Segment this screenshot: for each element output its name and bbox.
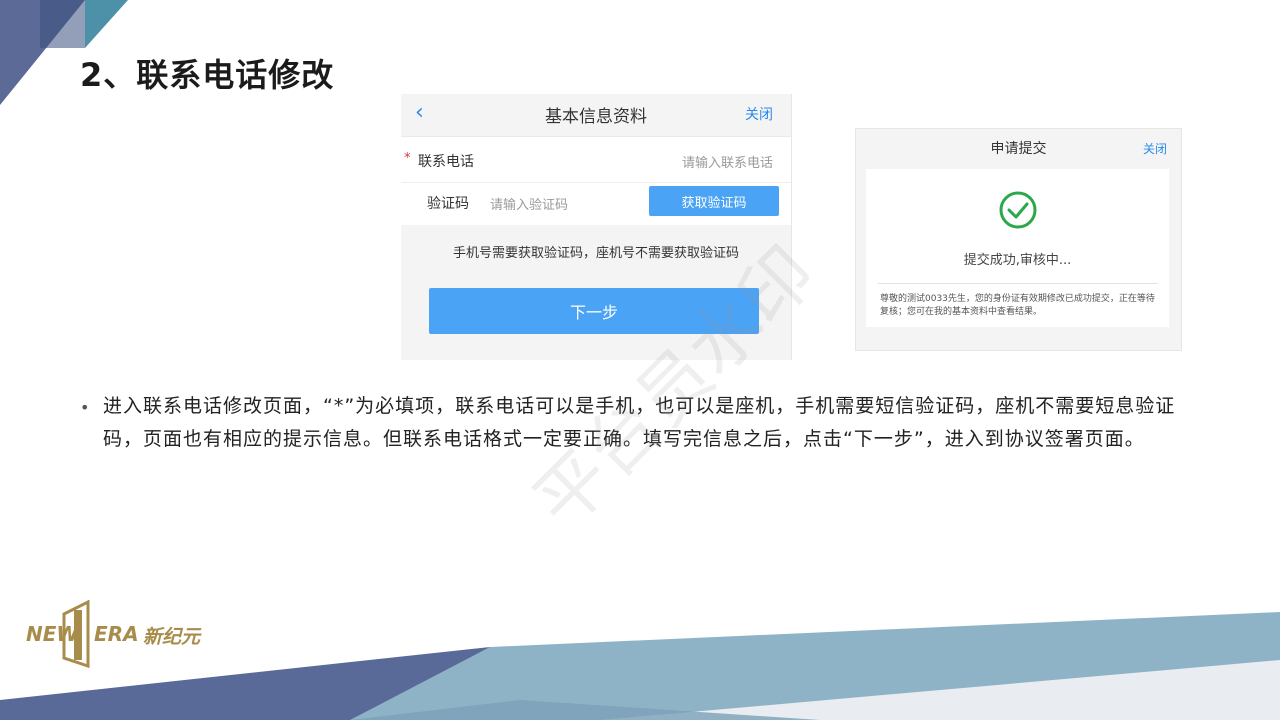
- phone-row[interactable]: * 联系电话 请输入联系电话: [401, 137, 791, 183]
- logo-text-era: ERA: [94, 622, 139, 646]
- result-title: 申请提交: [990, 141, 1047, 157]
- result-status: 提交成功,审核中...: [963, 253, 1072, 268]
- success-check-icon: [999, 191, 1037, 229]
- company-logo: NEW ERA 新纪元: [26, 600, 246, 670]
- code-label: 验证码: [427, 196, 469, 212]
- required-mark: *: [404, 151, 411, 166]
- phone-input[interactable]: 请输入联系电话: [682, 152, 773, 171]
- code-row: 验证码 请输入验证码 获取验证码: [401, 183, 791, 225]
- close-button[interactable]: 关闭: [745, 104, 773, 124]
- get-code-button[interactable]: 获取验证码: [649, 186, 779, 216]
- result-message: 尊敬的测试0033先生，您的身份证有效期修改已成功提交，正在等待复核；您可在我的…: [880, 294, 1155, 317]
- page-title: 2、联系电话修改: [80, 56, 335, 94]
- submit-result-screenshot: 申请提交 关闭 提交成功,审核中... 尊敬的测试0033先生，您的身份证有效期…: [855, 128, 1182, 351]
- form-header: ‹ 基本信息资料 关闭: [401, 94, 791, 137]
- bullet-dot: •: [80, 398, 90, 417]
- result-card: 提交成功,审核中... 尊敬的测试0033先生，您的身份证有效期修改已成功提交，…: [866, 169, 1169, 327]
- divider: [878, 283, 1158, 284]
- result-header: 申请提交 关闭: [856, 129, 1181, 169]
- form-title: 基本信息资料: [545, 107, 647, 127]
- logo-mark-icon: [62, 600, 90, 668]
- logo-text-cn: 新纪元: [143, 626, 201, 648]
- slide: 2、联系电话修改 ‹ 基本信息资料 关闭 * 联系电话 请输入联系电话 验证码 …: [0, 0, 1280, 720]
- code-input[interactable]: 请输入验证码: [490, 194, 568, 213]
- result-close-button[interactable]: 关闭: [1143, 140, 1167, 157]
- phone-label: 联系电话: [418, 154, 474, 170]
